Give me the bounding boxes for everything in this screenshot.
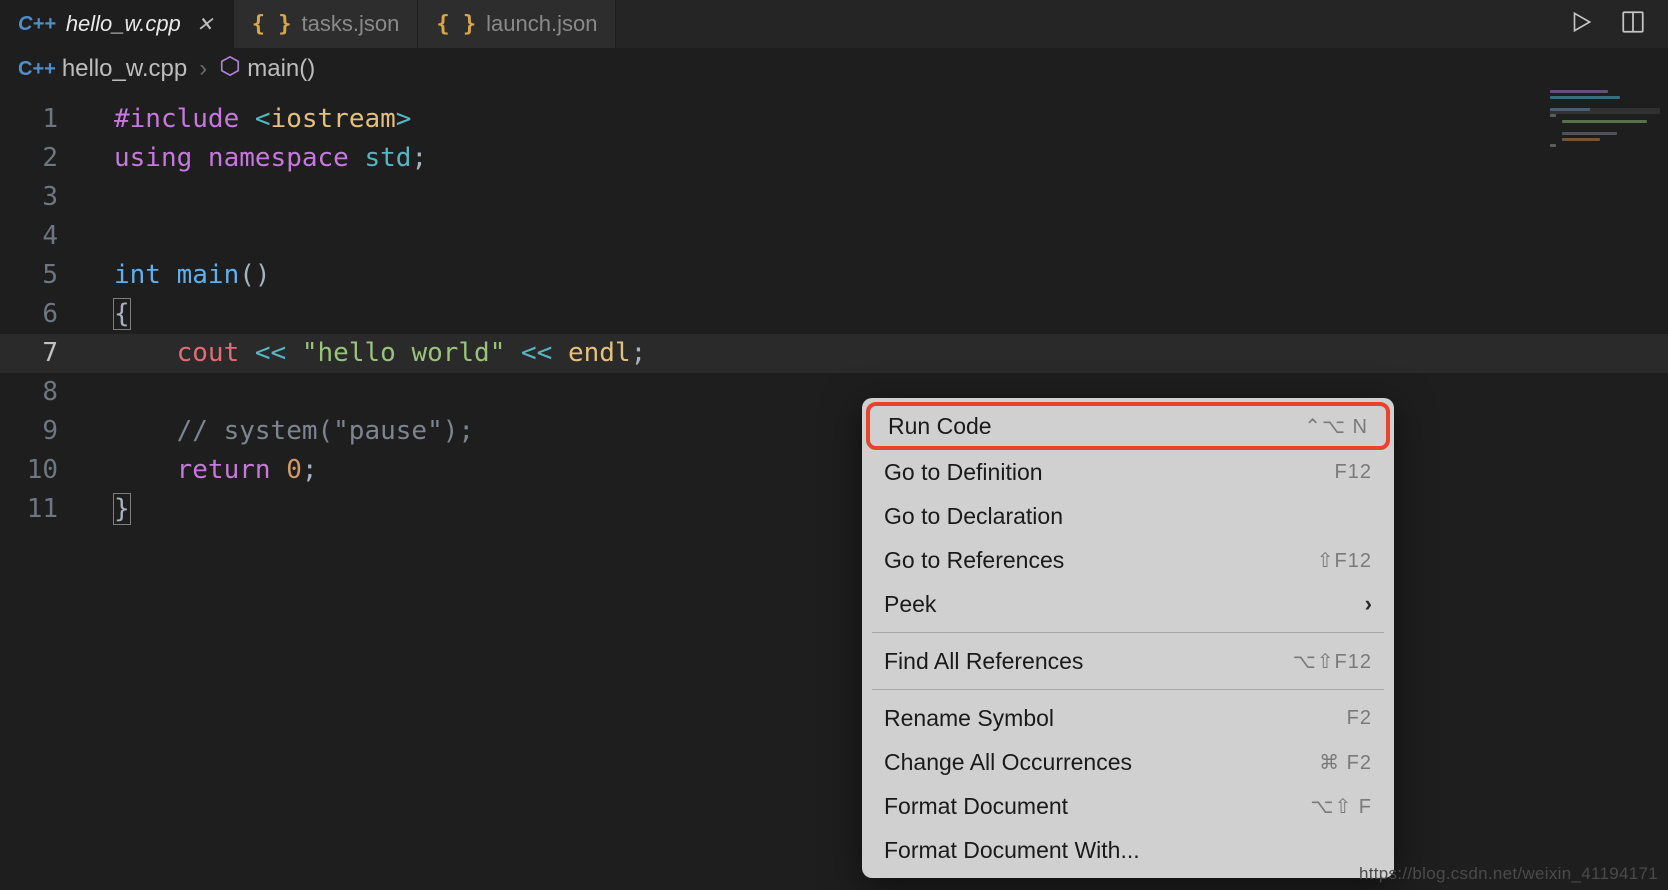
menu-item-format-document[interactable]: Format Document ⌥⇧ F [862,784,1394,828]
line-number: 3 [0,178,86,217]
code-content: return 0; [86,451,318,490]
menu-shortcut: ⌃⌥ N [1304,414,1368,439]
code-content: } [86,490,130,529]
code-line[interactable]: 5int main() [0,256,1668,295]
code-line[interactable]: 10 return 0; [0,451,1668,490]
line-number: 7 [0,334,86,373]
breadcrumb-symbol: main() [247,55,315,83]
tab-label: tasks.json [302,11,400,37]
menu-shortcut: ⌘ F2 [1319,750,1372,775]
menu-item-label: Change All Occurrences [884,749,1132,776]
chevron-right-icon: › [199,55,207,83]
split-editor-icon[interactable] [1620,9,1646,40]
menu-separator [872,689,1384,690]
menu-shortcut: ⌥⇧ F [1310,794,1372,819]
code-content: // system("pause"); [86,412,474,451]
menu-item-go-to-definition[interactable]: Go to Definition F12 [862,450,1394,494]
tab-bar-actions [1568,0,1668,48]
line-number: 2 [0,139,86,178]
minimap[interactable] [1550,90,1660,170]
tab-hello-w-cpp[interactable]: C++ hello_w.cpp ✕ [0,0,234,48]
menu-item-label: Go to References [884,547,1064,574]
close-icon[interactable]: ✕ [195,12,215,37]
menu-separator [872,632,1384,633]
tab-launch-json[interactable]: { } launch.json [418,0,616,48]
menu-item-label: Format Document With... [884,837,1140,864]
code-content: cout << "hello world" << endl; [86,334,646,373]
menu-shortcut: F12 [1335,461,1372,484]
tab-label: launch.json [486,11,597,37]
code-line[interactable]: 6{ [0,295,1668,334]
tab-label: hello_w.cpp [66,11,181,37]
menu-item-format-document-with[interactable]: Format Document With... [862,828,1394,872]
code-line[interactable]: 2using namespace std; [0,139,1668,178]
chevron-right-icon: › [1365,591,1372,617]
menu-item-label: Run Code [888,413,992,440]
menu-item-find-all-references[interactable]: Find All References ⌥⇧F12 [862,639,1394,683]
breadcrumb-file: hello_w.cpp [62,55,187,83]
code-line[interactable]: 7 cout << "hello world" << endl; [0,334,1668,373]
run-icon[interactable] [1568,9,1594,40]
line-number: 9 [0,412,86,451]
menu-item-label: Peek [884,591,936,618]
menu-item-label: Go to Definition [884,459,1043,486]
code-content: #include <iostream> [86,100,411,139]
breadcrumb[interactable]: C++ hello_w.cpp › main() [0,48,1668,90]
line-number: 11 [0,490,86,529]
code-line[interactable]: 8 [0,373,1668,412]
menu-item-run-code[interactable]: Run Code ⌃⌥ N [866,402,1390,450]
json-file-icon: { } [252,12,292,37]
code-content: int main() [86,256,271,295]
menu-item-peek[interactable]: Peek › [862,582,1394,626]
watermark: https://blog.csdn.net/weixin_41194171 [1359,864,1658,884]
line-number: 8 [0,373,86,412]
menu-item-go-to-references[interactable]: Go to References ⇧F12 [862,538,1394,582]
line-number: 6 [0,295,86,334]
symbol-icon [219,55,241,84]
line-number: 1 [0,100,86,139]
line-number: 4 [0,217,86,256]
json-file-icon: { } [436,12,476,37]
code-content: using namespace std; [86,139,427,178]
code-line[interactable]: 1#include <iostream> [0,100,1668,139]
code-editor[interactable]: 1#include <iostream>2using namespace std… [0,90,1668,529]
menu-item-change-all-occurrences[interactable]: Change All Occurrences ⌘ F2 [862,740,1394,784]
cpp-file-icon: C++ [18,58,56,81]
menu-shortcut: F2 [1347,707,1372,730]
menu-item-label: Go to Declaration [884,503,1063,530]
menu-shortcut: ⇧F12 [1317,548,1372,573]
line-number: 5 [0,256,86,295]
tab-tasks-json[interactable]: { } tasks.json [234,0,419,48]
menu-item-rename-symbol[interactable]: Rename Symbol F2 [862,696,1394,740]
context-menu: Run Code ⌃⌥ N Go to Definition F12 Go to Dec… [862,398,1394,878]
code-line[interactable]: 4 [0,217,1668,256]
line-number: 10 [0,451,86,490]
cpp-file-icon: C++ [18,13,56,36]
menu-item-label: Rename Symbol [884,705,1054,732]
tab-bar: C++ hello_w.cpp ✕ { } tasks.json { } lau… [0,0,1668,48]
menu-item-go-to-declaration[interactable]: Go to Declaration [862,494,1394,538]
code-line[interactable]: 11} [0,490,1668,529]
menu-item-label: Format Document [884,793,1068,820]
code-content: { [86,295,130,334]
menu-shortcut: ⌥⇧F12 [1293,649,1372,674]
code-line[interactable]: 3 [0,178,1668,217]
code-line[interactable]: 9 // system("pause"); [0,412,1668,451]
menu-item-label: Find All References [884,648,1083,675]
